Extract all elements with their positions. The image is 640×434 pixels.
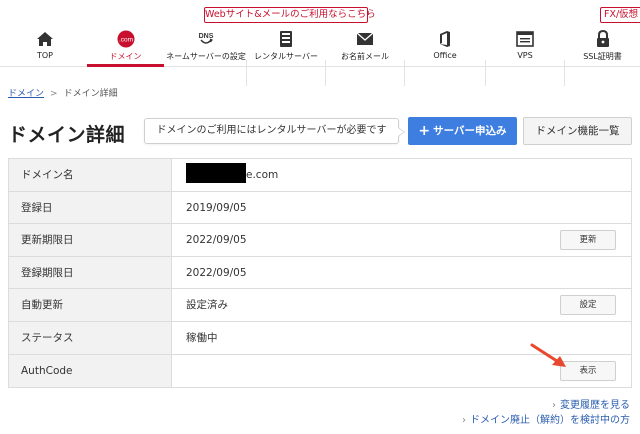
plus-icon: + [418, 123, 431, 139]
nav-item-office[interactable]: Office [405, 26, 485, 66]
nav-item-rental-server[interactable]: レンタルサーバー [247, 26, 325, 66]
svg-text:DNS: DNS [199, 33, 214, 40]
table-row: 自動更新 設定済み 設定 [9, 289, 631, 322]
row-label: 更新期限日 [9, 224, 172, 256]
global-nav: TOP .com ドメイン DNS ネームサーバーの設定 レンタルサーバー お名… [0, 26, 640, 86]
status-value: 稼働中 [186, 331, 218, 344]
nav-label: お名前メール [341, 52, 389, 61]
domain-features-button[interactable]: ドメイン機能一覧 [523, 117, 632, 145]
lock-icon [596, 30, 609, 47]
nav-label: Office [433, 51, 457, 60]
nav-label: VPS [517, 51, 533, 60]
server-promo-link[interactable]: Webサイト&メールのご利用ならこちら [204, 7, 376, 23]
svg-text:.com: .com [118, 37, 132, 44]
table-row: ドメイン名 e.com [9, 159, 631, 192]
breadcrumb: ドメイン > ドメイン詳細 [8, 86, 118, 99]
renew-button[interactable]: 更新 [560, 230, 616, 251]
nav-item-vps[interactable]: VPS [486, 26, 564, 66]
nav-item-top[interactable]: TOP [5, 26, 85, 66]
row-label: AuthCode [9, 354, 172, 388]
row-label: 登録期限日 [9, 256, 172, 289]
nav-label: TOP [36, 51, 53, 60]
dotcom-icon: .com [117, 30, 134, 48]
mail-icon [356, 32, 374, 45]
server-apply-label: サーバー申込み [433, 125, 507, 137]
auto-renew-settings-button[interactable]: 設定 [560, 295, 616, 316]
nav-label: SSL証明書 [583, 52, 622, 61]
table-row: 登録日 2019/09/05 [9, 191, 631, 225]
domain-name-value: e.com [186, 159, 278, 191]
vps-icon [516, 31, 534, 47]
fx-promo-link[interactable]: FX/仮想 [600, 7, 640, 23]
domain-cancel-label: ドメイン廃止（解約）を検討中の方 [470, 415, 630, 426]
row-label: 登録日 [9, 191, 172, 224]
nav-item-domain[interactable]: .com ドメイン [87, 26, 164, 66]
nav-label: レンタルサーバー [254, 52, 318, 61]
dns-icon: DNS [199, 33, 214, 44]
nav-item-mail[interactable]: お名前メール [326, 26, 404, 66]
table-row: 登録期限日 2022/09/05 [9, 256, 631, 290]
nav-label: ドメイン [109, 52, 142, 61]
registration-date-value: 2019/09/05 [186, 201, 247, 214]
nav-item-ssl[interactable]: SSL証明書 [565, 26, 640, 66]
breadcrumb-current: ドメイン詳細 [63, 89, 118, 99]
nav-label: ネームサーバーの設定 [166, 52, 246, 61]
server-icon [280, 31, 292, 47]
home-icon [37, 32, 53, 46]
page-title: ドメイン詳細 [8, 124, 126, 146]
row-label: 自動更新 [9, 289, 172, 321]
breadcrumb-domain-link[interactable]: ドメイン [8, 89, 44, 99]
row-label: ドメイン名 [9, 159, 172, 191]
registration-expiry-value: 2022/09/05 [186, 266, 247, 279]
annotation-arrow-icon [530, 343, 566, 367]
server-notice-balloon: ドメインのご利用にはレンタルサーバーが必要です [144, 118, 405, 144]
change-history-label: 変更履歴を見る [560, 400, 630, 411]
chevron-right-icon: › [462, 415, 466, 426]
chevron-right-icon: › [552, 400, 556, 411]
renewal-deadline-value: 2022/09/05 [186, 234, 247, 247]
nav-active-indicator [87, 64, 164, 67]
nav-item-nameserver[interactable]: DNS ネームサーバーの設定 [166, 26, 246, 66]
redaction-block [186, 163, 246, 183]
domain-cancel-link[interactable]: › ドメイン廃止（解約）を検討中の方 [462, 411, 630, 426]
domain-name-text: e.com [246, 169, 279, 181]
breadcrumb-separator: > [50, 89, 58, 99]
table-row: 更新期限日 2022/09/05 更新 [9, 224, 631, 257]
office-icon [440, 31, 450, 47]
change-history-link[interactable]: › 変更履歴を見る [552, 396, 630, 411]
auto-renew-value: 設定済み [186, 299, 228, 312]
row-label: ステータス [9, 321, 172, 354]
server-apply-button[interactable]: + サーバー申込み [408, 117, 517, 145]
